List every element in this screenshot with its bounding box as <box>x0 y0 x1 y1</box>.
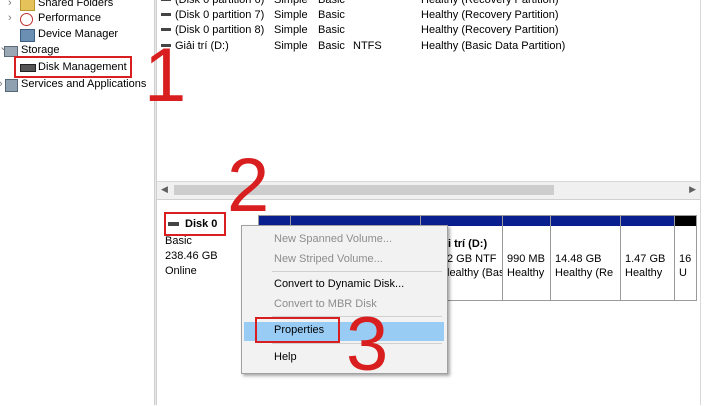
menu-item-new-spanned-volume[interactable]: New Spanned Volume... <box>274 233 392 245</box>
partition-status: lealthy (Basic <box>447 267 502 279</box>
partition-block[interactable]: 14.48 GB Healthy (Re <box>550 215 621 301</box>
disk-state: Online <box>165 265 197 277</box>
volume-name: (Disk 0 partition 7) <box>175 9 265 21</box>
partition-block[interactable]: 990 MB Healthy <box>502 215 551 301</box>
tree-item-label: Services and Applications <box>21 78 147 90</box>
volume-icon <box>161 0 171 1</box>
menu-item-convert-to-dynamic-disk[interactable]: Convert to Dynamic Disk... <box>274 278 404 290</box>
shared-folder-icon <box>20 0 35 11</box>
partition-block-unallocated[interactable]: 16 U <box>674 215 697 301</box>
annotation-box-disk-0 <box>164 212 226 236</box>
volume-icon <box>161 13 171 16</box>
vertical-scrollbar[interactable] <box>700 0 720 405</box>
partition-block[interactable]: 1.47 GB Healthy <box>620 215 675 301</box>
menu-item-help[interactable]: Help <box>274 351 297 363</box>
disk-size: 238.46 GB <box>165 250 218 262</box>
scroll-left-icon[interactable]: ◀ <box>161 184 168 195</box>
services-icon <box>5 79 18 92</box>
volume-row[interactable]: Giải trí (D:) Simple Basic NTFS Healthy … <box>157 39 700 54</box>
partition-status: Healthy <box>625 267 663 279</box>
partition-size: 16 <box>679 253 692 265</box>
volume-name: (Disk 0 partition 6) <box>175 0 265 6</box>
tree-item-label: Device Manager <box>38 28 119 40</box>
volume-layout: Simple <box>274 0 308 6</box>
volume-type: Basic <box>318 0 345 6</box>
partition-size: 14.48 GB <box>555 253 602 265</box>
volume-type: Basic <box>318 24 345 36</box>
disk-type: Basic <box>165 235 192 247</box>
volume-filesystem: NTFS <box>353 40 382 52</box>
menu-item-new-striped-volume[interactable]: New Striped Volume... <box>274 253 383 265</box>
volume-status: Healthy (Recovery Partition) <box>421 0 559 6</box>
volume-type: Basic <box>318 9 345 21</box>
partition-size: 1.47 GB <box>625 253 666 265</box>
partition-size: 990 MB <box>507 253 545 265</box>
context-menu: New Spanned Volume... New Striped Volume… <box>241 225 448 374</box>
annotation-box-properties <box>255 317 340 343</box>
partition-status: U <box>679 267 687 279</box>
tree-item-label: Performance <box>38 12 101 24</box>
partition-status: Healthy (Re <box>555 267 614 279</box>
volume-icon <box>161 28 171 31</box>
volume-status: Healthy (Recovery Partition) <box>421 9 559 21</box>
annotation-box-disk-management <box>14 56 132 78</box>
menu-separator <box>272 271 442 272</box>
scroll-right-icon[interactable]: ▶ <box>689 184 696 195</box>
chevron-right-icon[interactable]: › <box>0 76 3 92</box>
annotation-step-3: 3 <box>346 302 389 387</box>
partition-size: 2 GB NTF <box>447 253 497 265</box>
performance-icon <box>20 13 33 26</box>
volume-status: Healthy (Basic Data Partition) <box>421 40 566 52</box>
volume-row[interactable]: (Disk 0 partition 6) Simple Basic Health… <box>157 0 700 8</box>
chevron-right-icon[interactable]: › <box>8 10 12 26</box>
device-manager-icon <box>20 29 35 42</box>
volume-row[interactable]: (Disk 0 partition 8) Simple Basic Health… <box>157 23 700 38</box>
volume-layout: Simple <box>274 24 308 36</box>
annotation-step-2: 2 <box>227 143 270 228</box>
volume-status: Healthy (Recovery Partition) <box>421 24 559 36</box>
volume-name: (Disk 0 partition 8) <box>175 24 265 36</box>
partition-status: Healthy <box>507 267 545 279</box>
volume-layout: Simple <box>274 9 308 21</box>
partition-label: i trí (D:) <box>448 238 488 250</box>
volume-type: Basic <box>318 40 345 52</box>
annotation-step-1: 1 <box>144 33 187 118</box>
volume-layout: Simple <box>274 40 308 52</box>
volume-row[interactable]: (Disk 0 partition 7) Simple Basic Health… <box>157 8 700 23</box>
